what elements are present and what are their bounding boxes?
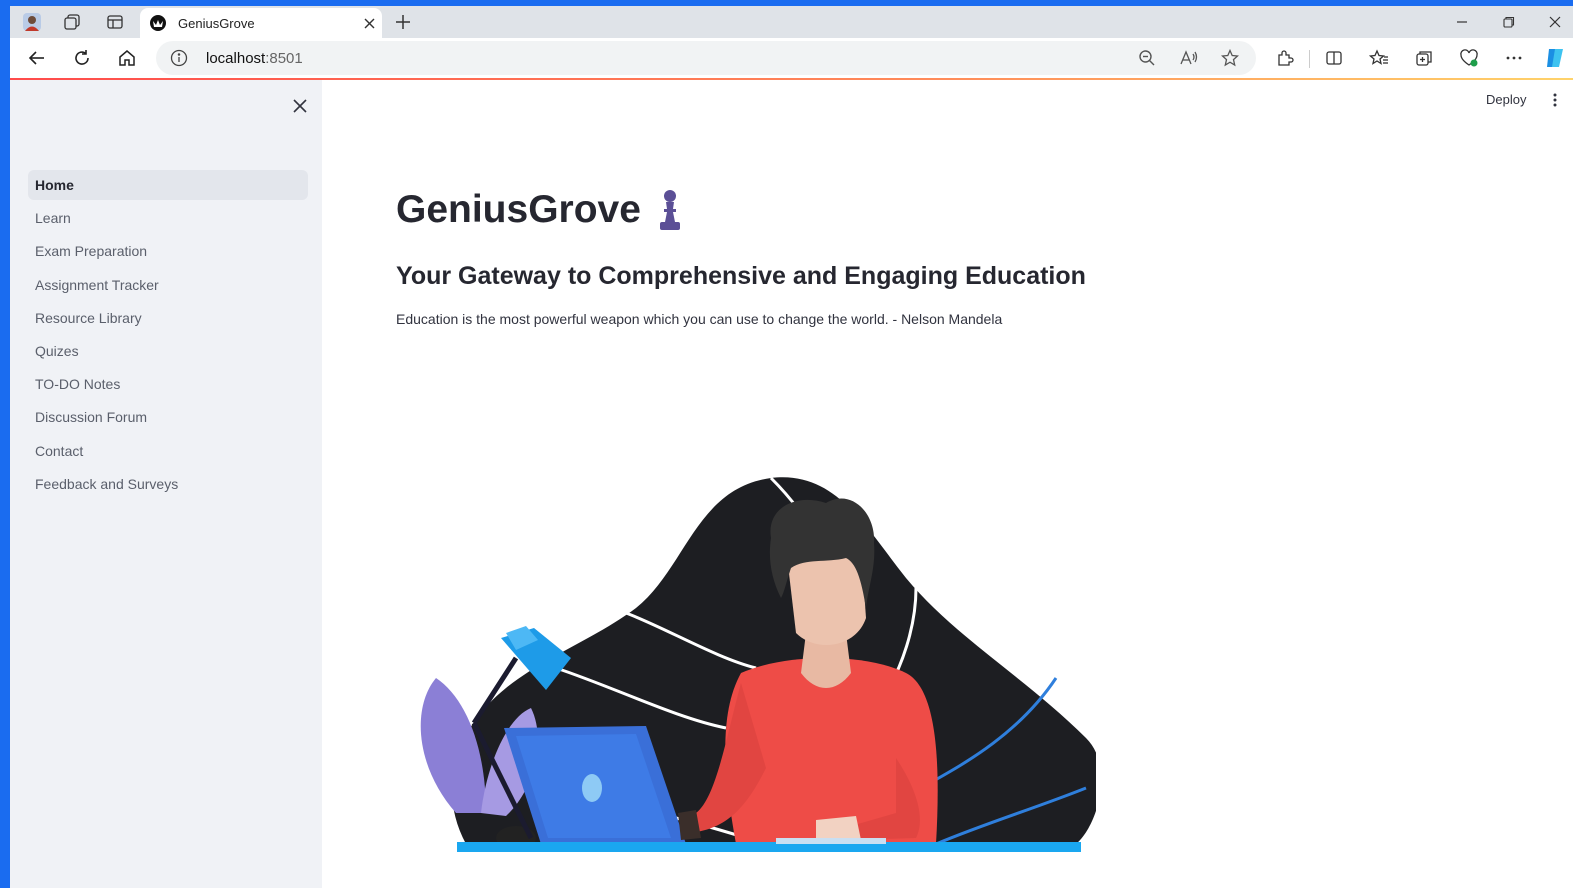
page-subtitle: Your Gateway to Comprehensive and Engagi… <box>396 262 1086 290</box>
sidebar-item-resource-library[interactable]: Resource Library <box>28 303 308 333</box>
toolbar: localhost:8501 <box>10 38 1573 78</box>
tab-close-icon[interactable] <box>358 12 380 34</box>
sidebar-item-contact[interactable]: Contact <box>28 436 308 466</box>
zoom-out-icon[interactable] <box>1136 47 1158 69</box>
sidebar-item-assignment-tracker[interactable]: Assignment Tracker <box>28 270 308 300</box>
tab-geniusgrove[interactable]: GeniusGrove <box>140 8 382 38</box>
tab-strip: GeniusGrove <box>10 6 1573 38</box>
deploy-button[interactable]: Deploy <box>1486 92 1526 107</box>
tab-title: GeniusGrove <box>178 15 255 31</box>
collections-icon[interactable] <box>1412 46 1436 70</box>
sidebar-item-quizes[interactable]: Quizes <box>28 336 308 366</box>
extensions-icon[interactable] <box>1273 46 1297 70</box>
site-info-icon[interactable] <box>170 49 188 67</box>
person-at-laptop-illustration <box>396 468 1102 868</box>
main-menu-icon[interactable] <box>1548 91 1562 109</box>
chess-pawn-icon <box>657 189 683 231</box>
copilot-icon[interactable] <box>1543 46 1567 70</box>
page-title: GeniusGrove <box>396 188 683 232</box>
workspaces-icon[interactable] <box>60 10 84 34</box>
favorite-star-icon[interactable] <box>1219 47 1241 69</box>
sidebar-item-home[interactable]: Home <box>28 170 308 200</box>
url-text: localhost:8501 <box>206 50 303 67</box>
sidebar-item-discussion-forum[interactable]: Discussion Forum <box>28 402 308 432</box>
streamlit-favicon-icon <box>150 15 166 31</box>
close-sidebar-icon[interactable] <box>290 96 310 116</box>
minimize-icon[interactable] <box>1440 8 1484 36</box>
browser-essentials-icon[interactable] <box>1457 46 1481 70</box>
sidebar-item-todo-notes[interactable]: TO-DO Notes <box>28 369 308 399</box>
close-window-icon[interactable] <box>1533 8 1573 36</box>
sidebar-nav: Home Learn Exam Preparation Assignment T… <box>28 170 308 502</box>
quote-text: Education is the most powerful weapon wh… <box>396 311 1003 327</box>
new-tab-icon[interactable] <box>391 10 415 34</box>
home-icon[interactable] <box>113 44 141 72</box>
refresh-icon[interactable] <box>68 44 96 72</box>
settings-more-icon[interactable] <box>1502 46 1526 70</box>
browser-window: GeniusGrove localhost:8501 Home Learn Ex… <box>10 6 1573 888</box>
restore-icon[interactable] <box>1487 8 1531 36</box>
sidebar: Home Learn Exam Preparation Assignment T… <box>10 80 322 888</box>
toolbar-divider <box>1309 50 1310 68</box>
sidebar-item-learn[interactable]: Learn <box>28 203 308 233</box>
vertical-tabs-icon[interactable] <box>103 10 127 34</box>
address-bar[interactable]: localhost:8501 <box>156 41 1256 75</box>
page-title-text: GeniusGrove <box>396 188 641 231</box>
profile-avatar-icon[interactable] <box>20 10 44 34</box>
streamlit-app: Home Learn Exam Preparation Assignment T… <box>10 80 1573 888</box>
sidebar-item-feedback-surveys[interactable]: Feedback and Surveys <box>28 469 308 499</box>
read-aloud-icon[interactable] <box>1178 47 1200 69</box>
split-screen-icon[interactable] <box>1322 46 1346 70</box>
favorites-icon[interactable] <box>1367 46 1391 70</box>
back-icon[interactable] <box>23 44 51 72</box>
sidebar-item-exam-preparation[interactable]: Exam Preparation <box>28 236 308 266</box>
